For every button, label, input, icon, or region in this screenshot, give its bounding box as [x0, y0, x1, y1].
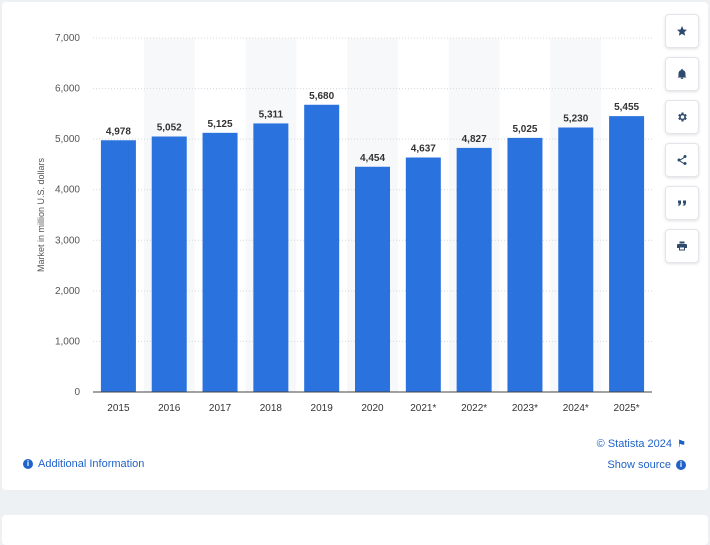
y-tick-label: 3,000	[55, 235, 80, 246]
bar-value-label: 4,637	[411, 144, 436, 155]
bar-value-label: 5,455	[614, 102, 639, 113]
bar	[151, 136, 187, 392]
cite-button[interactable]	[665, 186, 699, 220]
show-source-label: Show source	[607, 459, 671, 471]
y-tick-label: 7,000	[55, 33, 80, 44]
bar-value-label: 5,230	[563, 114, 588, 125]
bar	[253, 123, 289, 392]
share-icon	[677, 155, 687, 165]
y-tick-label: 4,000	[55, 185, 80, 196]
y-tick-label: 0	[74, 387, 80, 398]
x-tick-label: 2021*	[410, 403, 436, 414]
x-tick-label: 2016	[158, 403, 181, 414]
bar-value-label: 4,978	[106, 126, 131, 137]
y-tick-label: 2,000	[55, 286, 80, 297]
share-button[interactable]	[665, 143, 699, 177]
bar-value-label: 5,311	[259, 109, 284, 120]
info-icon: i	[676, 460, 686, 470]
print-button[interactable]	[665, 229, 699, 263]
bar	[507, 137, 543, 392]
info-icon: i	[23, 459, 33, 469]
star-icon	[677, 26, 687, 36]
bar-value-label: 5,125	[208, 119, 233, 130]
gear-icon	[678, 112, 687, 122]
print-icon	[677, 241, 687, 251]
bar-value-label: 5,052	[157, 123, 182, 134]
chart-card: 0 1,000 2,000 3,000 4,000 5,000 6,000 7,000 4,97…	[2, 2, 708, 490]
bar	[355, 166, 390, 392]
additional-information-link[interactable]: i Additional Information	[23, 458, 144, 470]
bar-chart: 0 1,000 2,000 3,000 4,000 5,000 6,000 7,000 4,97…	[36, 33, 652, 414]
bar	[558, 127, 594, 393]
additional-information-label: Additional Information	[38, 458, 145, 470]
x-tick-label: 2019	[311, 403, 334, 414]
y-tick-label: 6,000	[55, 84, 80, 95]
bar	[100, 140, 136, 392]
favorite-button[interactable]	[665, 14, 699, 48]
statista-copyright[interactable]: © Statista 2024 ⚑	[597, 438, 686, 450]
y-tick-label: 1,000	[55, 336, 80, 347]
flag-icon: ⚑	[677, 438, 686, 450]
notification-button[interactable]	[665, 57, 699, 91]
bar	[405, 157, 441, 392]
chart-toolbar	[665, 14, 699, 272]
y-axis-label: Market in million U.S. dollars	[36, 157, 46, 272]
bell-icon	[677, 68, 687, 79]
show-source-link[interactable]: Show source i	[607, 459, 686, 471]
x-tick-label: 2015	[107, 403, 130, 414]
bar	[304, 104, 340, 393]
lower-card	[2, 515, 708, 545]
bar	[609, 116, 645, 392]
bar-value-label: 5,025	[512, 124, 537, 135]
x-tick-label: 2018	[260, 403, 283, 414]
bar-value-label: 5,680	[309, 91, 334, 102]
x-tick-label: 2025*	[614, 403, 640, 414]
x-tick-label: 2020	[361, 403, 384, 414]
x-tick-label: 2022*	[461, 403, 487, 414]
x-tick-label: 2023*	[512, 403, 538, 414]
bar-value-label: 4,454	[360, 153, 385, 164]
x-tick-label: 2017	[209, 403, 232, 414]
copyright-label: © Statista 2024	[596, 438, 673, 450]
y-tick-label: 5,000	[55, 134, 80, 145]
bar	[202, 132, 238, 393]
quote-icon	[677, 200, 686, 206]
bar-value-label: 4,827	[462, 134, 487, 145]
settings-button[interactable]	[665, 100, 699, 134]
x-tick-label: 2024*	[563, 403, 589, 414]
bar	[456, 147, 492, 392]
